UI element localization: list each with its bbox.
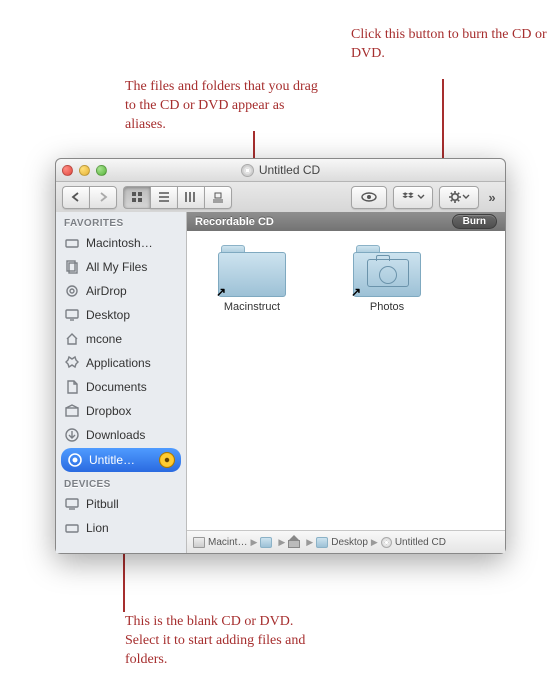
- downloads-icon: [64, 427, 80, 443]
- minimize-button[interactable]: [79, 165, 90, 176]
- folder-icon: [316, 537, 328, 548]
- folder-macinstruct[interactable]: ↗ Macinstruct: [207, 245, 297, 313]
- column-view-button[interactable]: [177, 186, 204, 209]
- list-view-button[interactable]: [150, 186, 177, 209]
- hd-icon: [193, 537, 205, 548]
- toolbar: »: [56, 182, 505, 213]
- chevron-right-icon: ▶: [278, 537, 285, 548]
- sidebar-item-lion[interactable]: Lion: [56, 516, 186, 540]
- forward-button[interactable]: [89, 186, 117, 209]
- zoom-button[interactable]: [96, 165, 107, 176]
- sidebar-item-all-my-files[interactable]: All My Files: [56, 255, 186, 279]
- folder-label: Macinstruct: [207, 301, 297, 313]
- coverflow-view-button[interactable]: [204, 186, 232, 209]
- content-area: Recordable CD Burn ↗ Macinstruct ↗ Photo…: [187, 212, 505, 553]
- sidebar-item-home[interactable]: mcone: [56, 327, 186, 351]
- content-header-title: Recordable CD: [195, 216, 274, 228]
- titlebar: Untitled CD: [56, 159, 505, 182]
- dropbox-toolbar-button[interactable]: [393, 186, 433, 209]
- sidebar-item-dropbox[interactable]: Dropbox: [56, 399, 186, 423]
- folder-icon: ↗: [353, 245, 421, 297]
- alias-arrow-icon: ↗: [216, 285, 226, 299]
- chevron-right-icon: ▶: [250, 537, 257, 548]
- alias-arrow-icon: ↗: [351, 285, 361, 299]
- folder-icon: ↗: [218, 245, 286, 297]
- path-item-desktop[interactable]: Desktop: [316, 537, 368, 548]
- sidebar-item-applications[interactable]: Applications: [56, 351, 186, 375]
- camera-icon: [367, 259, 409, 287]
- icon-view-button[interactable]: [123, 186, 150, 209]
- home-icon: [288, 537, 300, 548]
- chevron-right-icon: ▶: [306, 537, 313, 548]
- devices-header: DEVICES: [56, 473, 186, 492]
- desktop-icon: [64, 307, 80, 323]
- computer-icon: [64, 496, 80, 512]
- view-buttons: [123, 186, 232, 209]
- icon-view[interactable]: ↗ Macinstruct ↗ Photos: [187, 231, 505, 530]
- chevron-right-icon: ▶: [371, 537, 378, 548]
- applications-icon: [64, 355, 80, 371]
- sidebar-item-macintosh-hd[interactable]: Macintosh…: [56, 231, 186, 255]
- burn-icon: [67, 452, 83, 468]
- folder-photos[interactable]: ↗ Photos: [342, 245, 432, 313]
- documents-icon: [64, 379, 80, 395]
- dropbox-icon: [64, 403, 80, 419]
- annotation-burn: Click this button to burn the CD or DVD.: [351, 26, 548, 64]
- path-item-root[interactable]: Macint…: [193, 537, 247, 548]
- back-button[interactable]: [62, 186, 89, 209]
- path-item-home[interactable]: [288, 537, 303, 548]
- finder-window: Untitled CD » FAVORITES Macintosh… All M…: [55, 158, 506, 554]
- path-item-cd[interactable]: Untitled CD: [381, 537, 446, 548]
- sidebar: FAVORITES Macintosh… All My Files AirDro…: [56, 212, 187, 553]
- burn-button[interactable]: Burn: [452, 214, 497, 229]
- path-item-users[interactable]: [260, 537, 275, 548]
- burn-badge-icon: [159, 452, 175, 468]
- content-header: Recordable CD Burn: [187, 212, 505, 231]
- folder-label: Photos: [342, 301, 432, 313]
- close-button[interactable]: [62, 165, 73, 176]
- quicklook-button[interactable]: [351, 186, 387, 209]
- annotation-cd: This is the blank CD or DVD. Select it t…: [125, 613, 325, 670]
- toolbar-overflow[interactable]: »: [485, 190, 499, 205]
- path-bar: Macint… ▶ ▶ ▶ Desktop ▶ Untitled CD: [187, 530, 505, 553]
- sidebar-item-airdrop[interactable]: AirDrop: [56, 279, 186, 303]
- favorites-header: FAVORITES: [56, 212, 186, 231]
- home-icon: [64, 331, 80, 347]
- folder-icon: [260, 537, 272, 548]
- sidebar-item-desktop[interactable]: Desktop: [56, 303, 186, 327]
- traffic-lights: [62, 165, 107, 176]
- hd-icon: [64, 235, 80, 251]
- window-title-text: Untitled CD: [259, 163, 320, 177]
- nav-buttons: [62, 186, 117, 209]
- sidebar-item-documents[interactable]: Documents: [56, 375, 186, 399]
- window-title: Untitled CD: [56, 163, 505, 177]
- all-files-icon: [64, 259, 80, 275]
- annotation-aliases: The files and folders that you drag to t…: [125, 78, 325, 135]
- sidebar-item-untitled-cd[interactable]: Untitle…: [61, 448, 181, 472]
- action-button[interactable]: [439, 186, 479, 209]
- cd-icon: [241, 164, 254, 177]
- airdrop-icon: [64, 283, 80, 299]
- sidebar-item-pitbull[interactable]: Pitbull: [56, 492, 186, 516]
- hd-icon: [64, 520, 80, 536]
- cd-icon: [381, 537, 392, 548]
- sidebar-item-downloads[interactable]: Downloads: [56, 423, 186, 447]
